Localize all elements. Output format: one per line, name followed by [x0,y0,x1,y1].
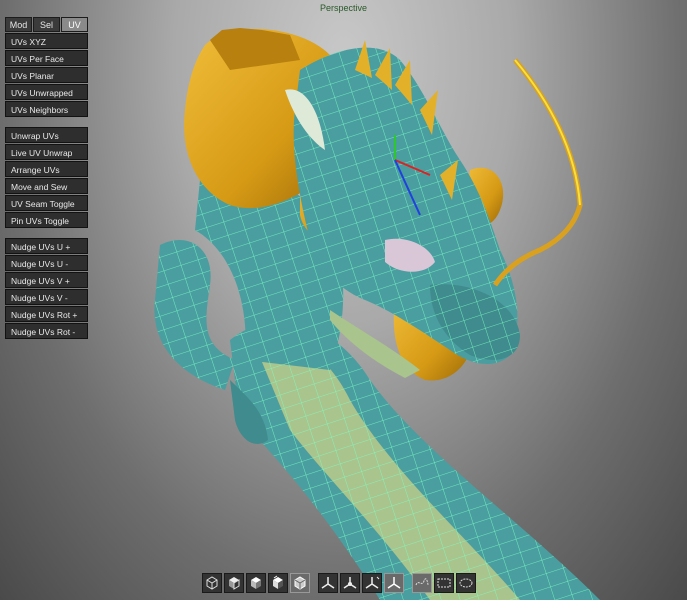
uvs-unwrapped-button[interactable]: UVs Unwrapped [5,84,88,100]
move-and-sew-button[interactable]: Move and Sew [5,178,88,194]
xray-cube-icon[interactable] [290,573,310,593]
shaded-cube-icon[interactable] [246,573,266,593]
arrange-uvs-button[interactable]: Arrange UVs [5,161,88,177]
uvs-per-face-button[interactable]: UVs Per Face [5,50,88,66]
uvs-xyz-button[interactable]: UVs XYZ [5,33,88,49]
live-uv-unwrap-button[interactable]: Live UV Unwrap [5,144,88,160]
viewport-toolbar [202,572,484,594]
pin-uvs-toggle-button[interactable]: Pin UVs Toggle [5,212,88,228]
tab-mod[interactable]: Mod [5,17,32,32]
wireframe-cube-icon[interactable] [202,573,222,593]
panel-tabs: Mod Sel UV [5,17,88,32]
nudge-uvs-v-minus-button[interactable]: Nudge UVs V - [5,289,88,305]
textured-cube-icon[interactable] [268,573,288,593]
uv-tool-panel: Mod Sel UV UVs XYZ UVs Per Face UVs Plan… [5,17,88,340]
ellipse-select-icon[interactable] [456,573,476,593]
axis-gizmo-world-icon[interactable] [362,573,382,593]
unwrap-uvs-button[interactable]: Unwrap UVs [5,127,88,143]
uv-seam-toggle-button[interactable]: UV Seam Toggle [5,195,88,211]
uvs-planar-button[interactable]: UVs Planar [5,67,88,83]
nudge-uvs-v-plus-button[interactable]: Nudge UVs V + [5,272,88,288]
nudge-uvs-rot-minus-button[interactable]: Nudge UVs Rot - [5,323,88,339]
selection-mode-group [412,573,476,593]
axis-gizmo-screen-icon[interactable] [384,573,404,593]
nudge-uvs-u-plus-button[interactable]: Nudge UVs U + [5,238,88,254]
axis-mode-group [318,573,404,593]
nudge-uvs-u-minus-button[interactable]: Nudge UVs U - [5,255,88,271]
lasso-select-icon[interactable] [412,573,432,593]
rect-select-icon[interactable] [434,573,454,593]
half-shaded-cube-icon[interactable] [224,573,244,593]
viewport-title: Perspective [319,3,368,13]
uvs-neighbors-button[interactable]: UVs Neighbors [5,101,88,117]
shading-mode-group [202,573,310,593]
tab-sel[interactable]: Sel [33,17,60,32]
tab-uv[interactable]: UV [61,17,88,32]
axis-gizmo-local-icon[interactable] [340,573,360,593]
perspective-viewport[interactable] [0,0,687,600]
axis-gizmo-icon[interactable] [318,573,338,593]
nudge-uvs-rot-plus-button[interactable]: Nudge UVs Rot + [5,306,88,322]
